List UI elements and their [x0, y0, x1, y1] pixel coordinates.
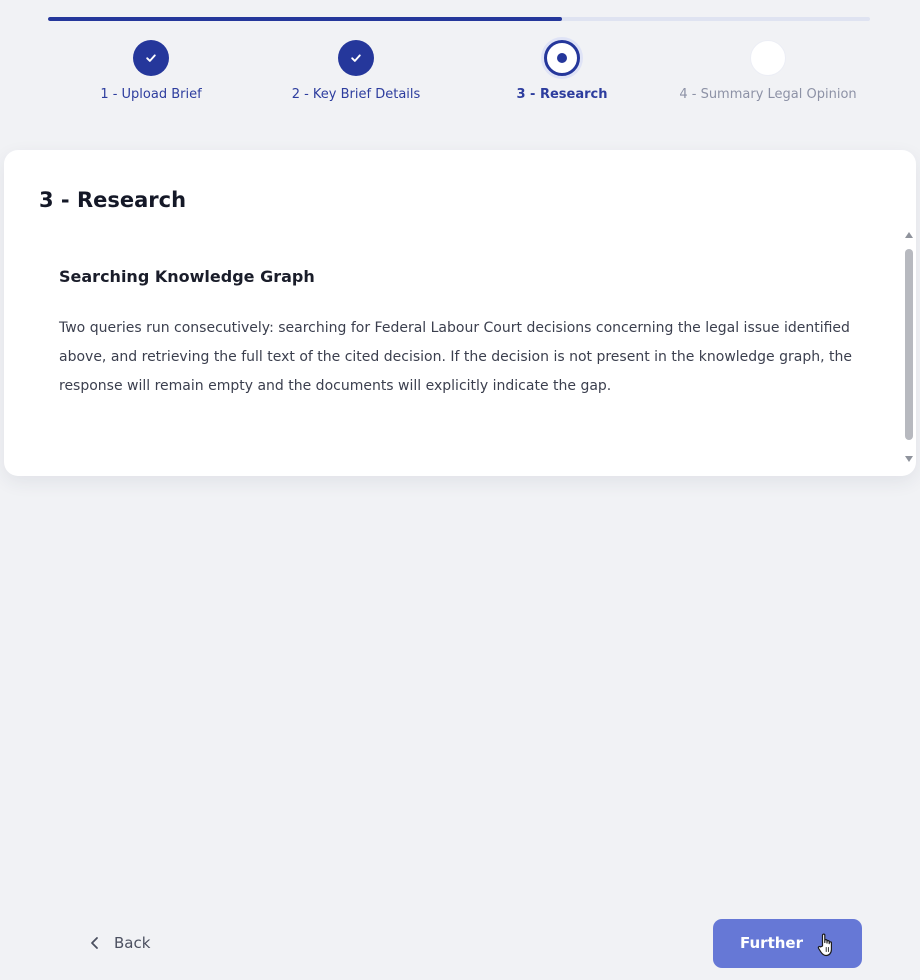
card-scrollbar[interactable]	[902, 232, 916, 462]
step-2-label: 2 - Key Brief Details	[291, 87, 421, 102]
step-1-circle	[133, 40, 169, 76]
research-card: 3 - Research Searching Knowledge Graph T…	[4, 150, 916, 476]
step-3-label: 3 - Research	[516, 87, 608, 102]
step-3-circle	[544, 40, 580, 76]
section-title: Searching Knowledge Graph	[59, 267, 315, 286]
check-icon	[146, 54, 156, 62]
step-4-label: 4 - Summary Legal Opinion	[679, 87, 857, 102]
hand-pointer-icon	[817, 933, 832, 957]
back-button[interactable]: Back	[88, 928, 150, 958]
dot-icon	[557, 53, 567, 63]
step-research: 3 - Research	[452, 40, 672, 102]
step-4-circle	[750, 40, 786, 76]
chevron-left-icon	[91, 937, 98, 949]
stepper-progress-track	[48, 17, 870, 21]
further-button[interactable]: Further	[713, 919, 862, 968]
step-key-brief-details: 2 - Key Brief Details	[246, 40, 466, 102]
scroll-thumb[interactable]	[905, 249, 913, 440]
step-2-circle	[338, 40, 374, 76]
further-label: Further	[740, 934, 803, 952]
stepper-progress-fill	[48, 17, 562, 21]
scroll-down-arrow-icon[interactable]	[905, 456, 913, 462]
section-body: Two queries run consecutively: searching…	[59, 320, 852, 394]
step-upload-brief: 1 - Upload Brief	[41, 40, 261, 102]
card-title: 3 - Research	[39, 188, 187, 212]
back-label: Back	[114, 934, 151, 952]
scroll-up-arrow-icon[interactable]	[905, 232, 913, 238]
step-1-label: 1 - Upload Brief	[100, 87, 202, 102]
step-summary-legal-opinion: 4 - Summary Legal Opinion	[658, 40, 878, 102]
check-icon	[351, 54, 361, 62]
